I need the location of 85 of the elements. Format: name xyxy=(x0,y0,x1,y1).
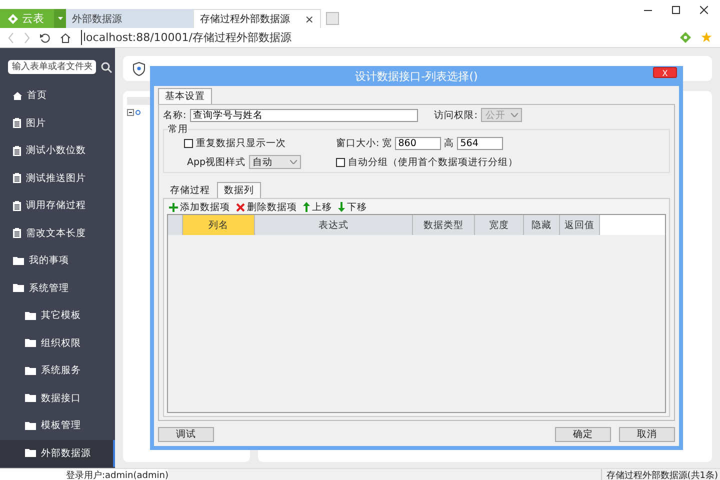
checkbox-label: 自动分组（使用首个数据项进行分组） xyxy=(348,156,518,168)
sidebar-item[interactable]: 其它模板 xyxy=(0,302,115,330)
row-header-corner xyxy=(168,215,183,235)
column-header[interactable]: 数据类型 xyxy=(413,215,475,235)
brand-name: 云表 xyxy=(22,11,44,26)
folder-icon xyxy=(25,312,36,320)
folder-icon xyxy=(25,422,36,430)
sidebar-item[interactable]: 图片 xyxy=(0,110,115,137)
column-header[interactable]: 隐藏 xyxy=(524,215,560,235)
folder-icon xyxy=(25,394,36,402)
sidebar-item[interactable]: 首页 xyxy=(0,82,115,110)
search-icon[interactable] xyxy=(101,62,112,72)
address-field[interactable]: localhost:88/10001/存储过程外部数据源 xyxy=(81,30,670,45)
sidebar-item[interactable]: 测试小数位数 xyxy=(0,137,115,164)
field-label: 高 xyxy=(444,137,454,150)
arrow-down-icon xyxy=(338,202,345,212)
name-field[interactable]: 查询学号与姓名 xyxy=(190,108,418,122)
document-icon xyxy=(13,228,21,238)
height-field[interactable]: 564 xyxy=(457,137,504,150)
reload-icon[interactable] xyxy=(40,32,50,42)
folder-icon xyxy=(25,339,36,348)
arrow-up-icon xyxy=(303,202,310,212)
folder-icon xyxy=(25,449,36,458)
toolbar-button[interactable]: 上移 xyxy=(303,200,332,214)
tree-toggle-icon[interactable] xyxy=(127,109,141,116)
toolbar-button[interactable]: 删除数据项 xyxy=(236,200,297,214)
plus-icon xyxy=(169,202,178,212)
toolbar-button[interactable]: 添加数据项 xyxy=(169,200,230,214)
sidebar-item[interactable]: 数据接口 xyxy=(0,384,115,412)
sidebar-item[interactable]: 系统管理 xyxy=(0,274,115,302)
home-icon xyxy=(13,92,22,100)
maximize-icon[interactable] xyxy=(672,6,680,14)
folder-icon xyxy=(13,284,24,292)
checkbox[interactable] xyxy=(184,139,193,148)
login-user: 登录用户:admin(admin) xyxy=(0,469,168,480)
tab[interactable]: 数据列 xyxy=(217,182,261,198)
document-icon xyxy=(13,173,21,184)
sidebar-item[interactable]: 我的事项 xyxy=(0,247,115,274)
column-header[interactable]: 返回值 xyxy=(560,215,600,235)
folder-icon xyxy=(25,366,36,375)
sidebar-item[interactable]: 外部数据源 xyxy=(0,440,115,467)
toolbar-button[interactable]: 下移 xyxy=(338,200,367,214)
sidebar-item[interactable]: 系统服务 xyxy=(0,357,115,384)
sidebar-item[interactable]: 需改文本长度 xyxy=(0,220,115,247)
browser-tab[interactable]: 外部数据源 xyxy=(66,9,193,28)
document-icon xyxy=(13,200,21,211)
shield-icon[interactable] xyxy=(133,62,145,76)
field-label: 访问权限: xyxy=(434,108,478,122)
dialog-button[interactable]: 取消 xyxy=(619,427,675,442)
view-style-dropdown[interactable]: 自动 xyxy=(248,155,301,169)
sidebar-item[interactable]: 模板管理 xyxy=(0,412,115,440)
column-header[interactable]: 列名 xyxy=(183,215,255,235)
checkbox[interactable] xyxy=(336,158,345,166)
tab[interactable]: 基本设置 xyxy=(158,88,212,104)
column-header[interactable]: 宽度 xyxy=(475,215,524,235)
sidebar-item[interactable]: 组织权限 xyxy=(0,330,115,357)
folder-icon xyxy=(13,256,24,265)
caret-icon xyxy=(290,160,297,164)
debug-button[interactable]: 调试 xyxy=(158,427,214,442)
close-button[interactable]: X xyxy=(653,67,677,78)
tab[interactable]: 存储过程 xyxy=(163,182,217,198)
home-icon[interactable] xyxy=(60,32,71,42)
field-label: App视图样式 xyxy=(187,156,246,168)
close-icon[interactable] xyxy=(700,6,708,14)
document-icon xyxy=(13,118,21,128)
extension-icon[interactable] xyxy=(680,32,691,43)
star-icon[interactable] xyxy=(701,32,712,43)
dialog-button[interactable]: 确定 xyxy=(555,427,611,442)
delete-icon xyxy=(236,202,245,212)
caret-icon[interactable] xyxy=(58,17,62,20)
caret-icon xyxy=(511,113,518,117)
checkbox-label: 重复数据只显示一次 xyxy=(196,137,286,150)
dialog-title: 设计数据接口-列表选择() xyxy=(355,68,478,84)
group-title: 常用 xyxy=(168,123,188,136)
close-icon[interactable]: × xyxy=(304,12,314,26)
column-header[interactable]: 表达式 xyxy=(255,215,413,235)
browser-tab[interactable]: 存储过程外部数据源 × xyxy=(193,9,321,28)
sidebar-item[interactable]: 调用存储过程 xyxy=(0,192,115,220)
document-icon xyxy=(13,146,21,156)
field-label: 名称: xyxy=(163,108,186,122)
width-field[interactable]: 860 xyxy=(395,137,442,150)
field-label: 窗口大小: 宽 xyxy=(336,137,392,150)
sidebar-item[interactable]: 测试推送图片 xyxy=(0,164,115,192)
logo-icon xyxy=(8,14,18,24)
record-count: 存储过程外部数据源(共1条) xyxy=(601,469,720,480)
